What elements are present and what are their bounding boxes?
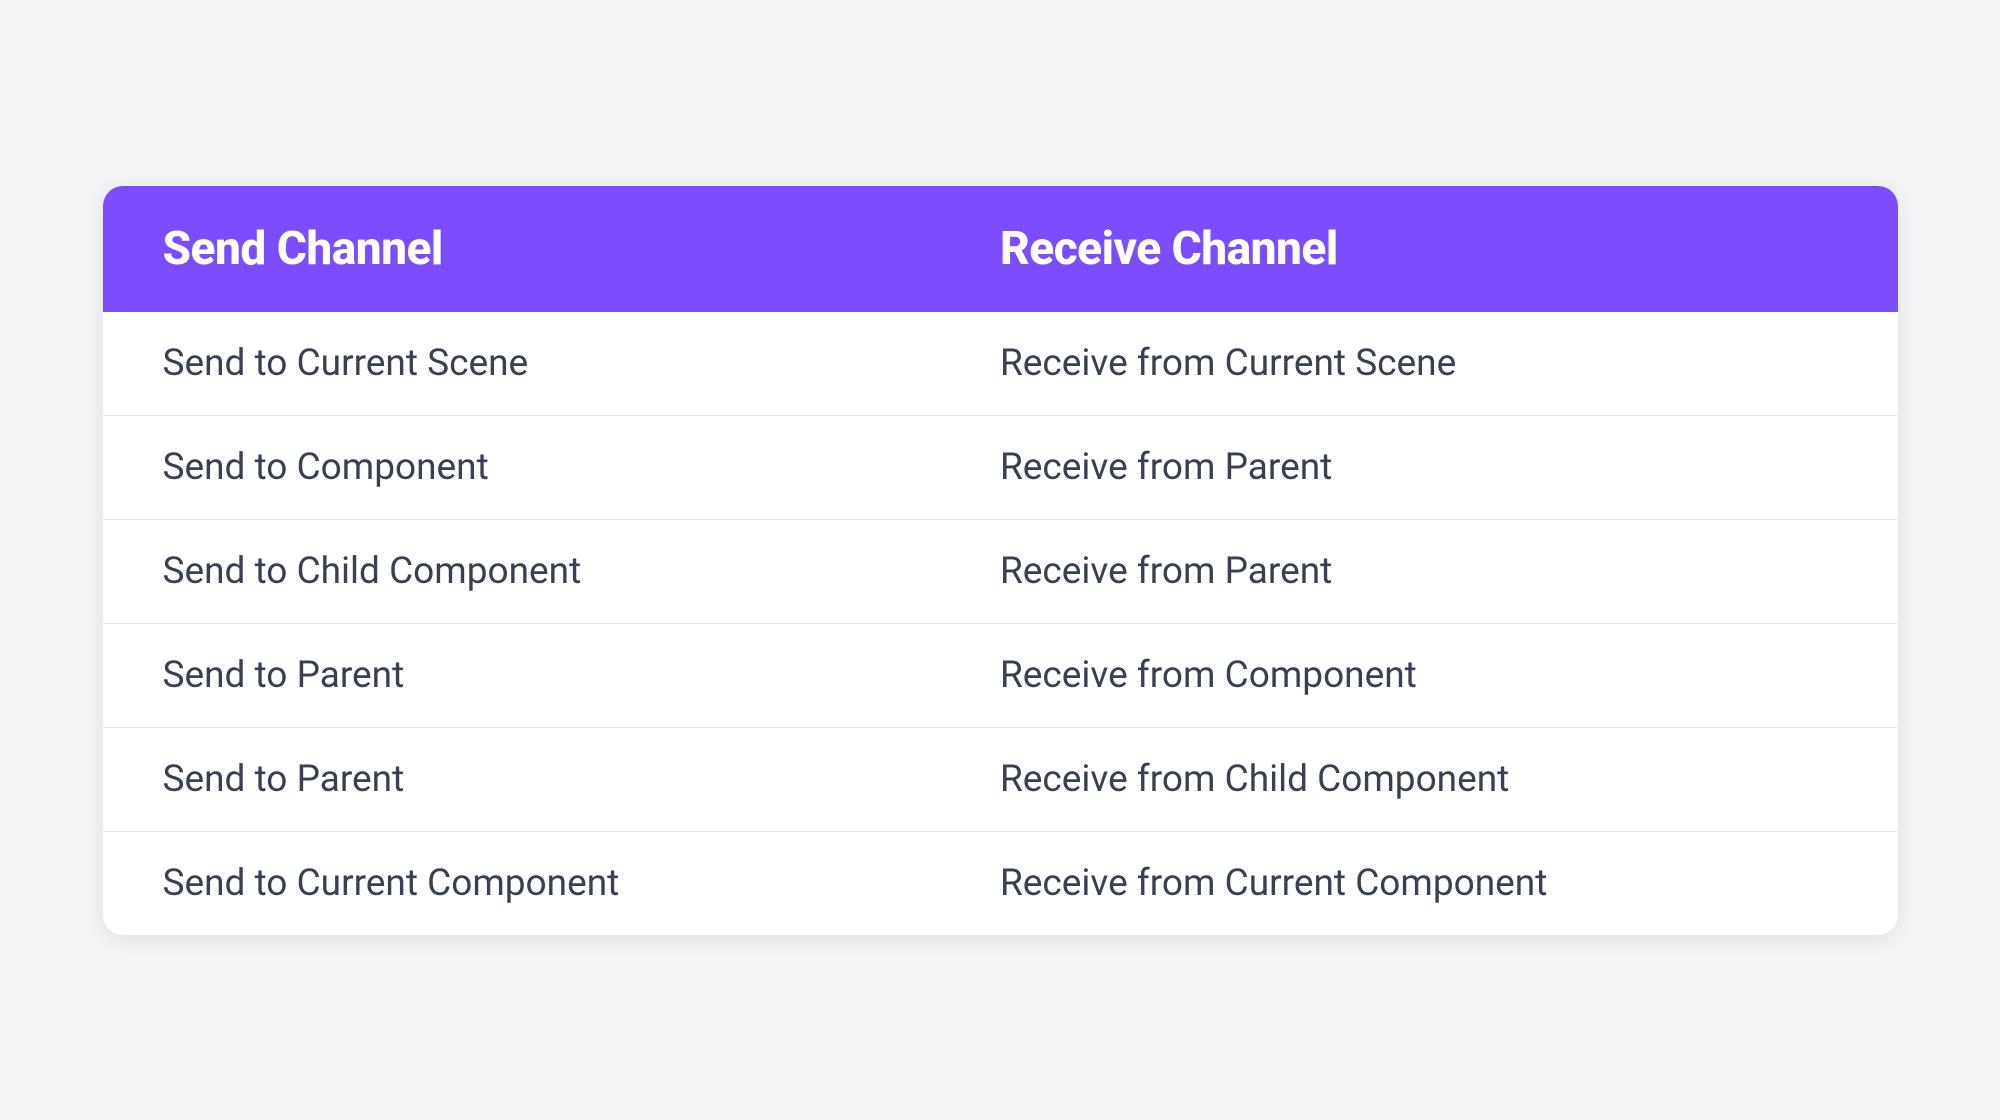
cell-receive: Receive from Child Component [1000,758,1838,801]
table-row: Send to Component Receive from Parent [103,416,1898,520]
cell-send: Send to Current Scene [163,342,1001,385]
cell-receive: Receive from Current Scene [1000,342,1838,385]
cell-receive: Receive from Component [1000,654,1838,697]
table-row: Send to Current Component Receive from C… [103,832,1898,935]
cell-receive: Receive from Current Component [1000,862,1838,905]
cell-send: Send to Parent [163,654,1001,697]
channel-table: Send Channel Receive Channel Send to Cur… [103,186,1898,935]
cell-send: Send to Parent [163,758,1001,801]
cell-send: Send to Component [163,446,1001,489]
table-row: Send to Child Component Receive from Par… [103,520,1898,624]
header-receive-channel: Receive Channel [1000,222,1838,276]
table-header: Send Channel Receive Channel [103,186,1898,312]
cell-receive: Receive from Parent [1000,446,1838,489]
cell-receive: Receive from Parent [1000,550,1838,593]
cell-send: Send to Current Component [163,862,1001,905]
table-row: Send to Parent Receive from Child Compon… [103,728,1898,832]
table-row: Send to Current Scene Receive from Curre… [103,312,1898,416]
table-body: Send to Current Scene Receive from Curre… [103,312,1898,935]
cell-send: Send to Child Component [163,550,1001,593]
table-row: Send to Parent Receive from Component [103,624,1898,728]
header-send-channel: Send Channel [163,222,1001,276]
